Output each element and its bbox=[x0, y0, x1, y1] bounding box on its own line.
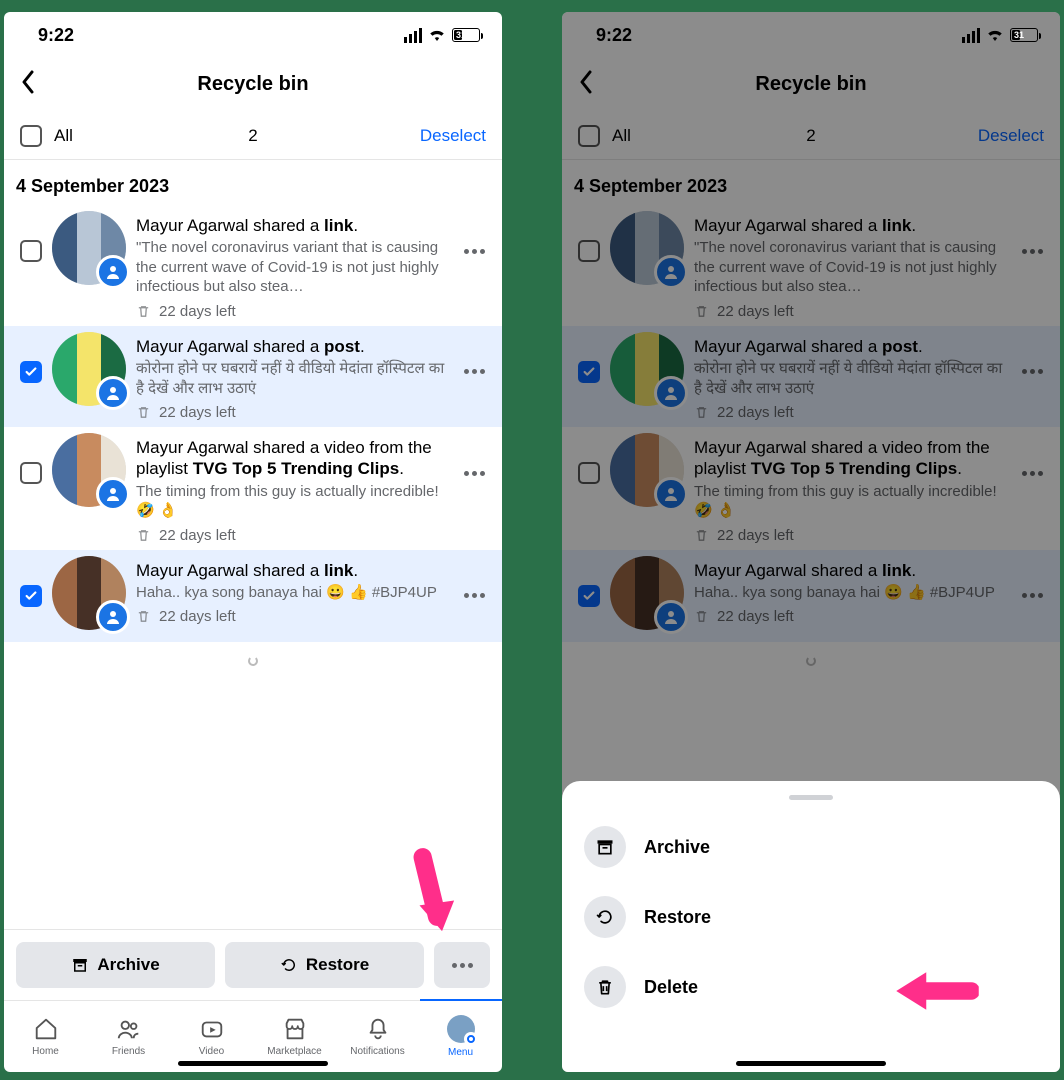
tab-notifications[interactable]: Notifications bbox=[336, 1001, 419, 1072]
profile-badge-icon bbox=[96, 376, 130, 410]
archive-button[interactable]: Archive bbox=[16, 942, 215, 988]
item-description: कोरोना होने पर घबरायें नहीं ये वीडियो मे… bbox=[136, 359, 446, 398]
restore-icon bbox=[584, 896, 626, 938]
profile-badge-icon bbox=[96, 255, 130, 289]
header: Recycle bin bbox=[4, 58, 502, 112]
item-thumbnail bbox=[52, 433, 126, 507]
sheet-archive[interactable]: Archive bbox=[562, 812, 1060, 882]
item-title: Mayur Agarwal shared a link. bbox=[136, 560, 446, 581]
wifi-icon bbox=[428, 28, 446, 42]
avatar bbox=[447, 1015, 475, 1043]
item-meta: 22 days left bbox=[136, 608, 446, 625]
sheet-delete[interactable]: Delete bbox=[562, 952, 1060, 1022]
item-checkbox[interactable] bbox=[20, 240, 42, 262]
item-description: "The novel coronavirus variant that is c… bbox=[136, 238, 446, 297]
profile-badge-icon bbox=[96, 600, 130, 634]
sheet-restore[interactable]: Restore bbox=[562, 882, 1060, 952]
list-item[interactable]: Mayur Agarwal shared a post. कोरोना होने… bbox=[4, 326, 502, 427]
home-indicator bbox=[178, 1061, 328, 1066]
item-description: The timing from this guy is actually inc… bbox=[136, 482, 446, 521]
profile-badge-icon bbox=[96, 477, 130, 511]
tab-menu[interactable]: Menu bbox=[419, 1001, 502, 1072]
item-thumbnail bbox=[52, 332, 126, 406]
list-item[interactable]: Mayur Agarwal shared a link. "The novel … bbox=[4, 205, 502, 326]
home-indicator bbox=[736, 1061, 886, 1066]
status-indicators: 31 bbox=[404, 28, 480, 43]
trash-icon bbox=[584, 966, 626, 1008]
screen-right: 9:22 31 Recycle bin All 2 Deselect 4 Sep… bbox=[562, 12, 1060, 1072]
status-bar: 9:22 31 bbox=[4, 12, 502, 58]
item-description: Haha.. kya song banaya hai 😀 👍 #BJP4UP bbox=[136, 583, 446, 603]
restore-button[interactable]: Restore bbox=[225, 942, 424, 988]
item-list: Mayur Agarwal shared a link. "The novel … bbox=[4, 205, 502, 642]
action-sheet: Archive Restore Delete bbox=[562, 781, 1060, 1072]
item-more-button[interactable] bbox=[456, 332, 492, 412]
item-title: Mayur Agarwal shared a link. bbox=[136, 215, 446, 236]
more-actions-button[interactable] bbox=[434, 942, 490, 988]
item-more-button[interactable] bbox=[456, 556, 492, 636]
selection-bar: All 2 Deselect bbox=[4, 112, 502, 160]
item-title: Mayur Agarwal shared a post. bbox=[136, 336, 446, 357]
selection-count: 2 bbox=[248, 126, 257, 146]
item-more-button[interactable] bbox=[456, 211, 492, 291]
trash-icon bbox=[136, 528, 151, 543]
item-thumbnail bbox=[52, 556, 126, 630]
date-header: 4 September 2023 bbox=[4, 160, 502, 205]
item-more-button[interactable] bbox=[456, 433, 492, 513]
item-checkbox[interactable] bbox=[20, 585, 42, 607]
select-all-checkbox[interactable] bbox=[20, 125, 42, 147]
bottom-actions: Archive Restore bbox=[4, 929, 502, 1000]
item-checkbox[interactable] bbox=[20, 361, 42, 383]
list-item[interactable]: Mayur Agarwal shared a link. Haha.. kya … bbox=[4, 550, 502, 642]
item-meta: 22 days left bbox=[136, 527, 446, 544]
sheet-grabber[interactable] bbox=[789, 795, 833, 800]
battery-icon: 31 bbox=[452, 28, 480, 42]
menu-icon bbox=[464, 1032, 478, 1046]
archive-icon bbox=[584, 826, 626, 868]
select-all-label: All bbox=[54, 126, 73, 146]
loading-spinner bbox=[4, 642, 502, 683]
item-thumbnail bbox=[52, 211, 126, 285]
clock: 9:22 bbox=[38, 25, 74, 46]
back-button[interactable] bbox=[18, 70, 38, 99]
trash-icon bbox=[136, 304, 151, 319]
list-item[interactable]: Mayur Agarwal shared a video from the pl… bbox=[4, 427, 502, 550]
item-checkbox[interactable] bbox=[20, 462, 42, 484]
screen-left: 9:22 31 Recycle bin All 2 Deselect 4 Sep… bbox=[4, 12, 502, 1072]
cellular-icon bbox=[404, 28, 422, 43]
deselect-button[interactable]: Deselect bbox=[420, 126, 486, 146]
item-meta: 22 days left bbox=[136, 303, 446, 320]
item-title: Mayur Agarwal shared a video from the pl… bbox=[136, 437, 446, 480]
page-title: Recycle bin bbox=[197, 73, 308, 96]
tab-home[interactable]: Home bbox=[4, 1001, 87, 1072]
trash-icon bbox=[136, 405, 151, 420]
trash-icon bbox=[136, 609, 151, 624]
item-meta: 22 days left bbox=[136, 404, 446, 421]
tab-friends[interactable]: Friends bbox=[87, 1001, 170, 1072]
